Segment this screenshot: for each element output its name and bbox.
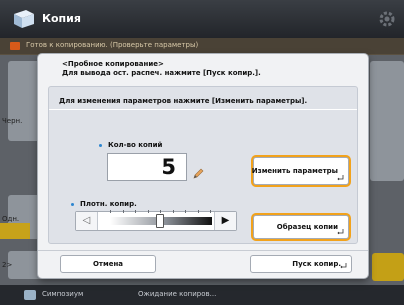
enter-icon (340, 263, 347, 269)
bottom-left-text: Симпозиум (42, 290, 84, 298)
panel-title: Для изменения параметров нажмите [Измени… (59, 97, 308, 105)
cancel-label: Отмена (92, 260, 124, 268)
dialog-header: <Пробное копирование> Для вывода ост. ра… (62, 60, 261, 78)
settings-panel: Для изменения параметров нажмите [Измени… (48, 86, 358, 244)
copy-app-icon (14, 10, 34, 28)
slider-tick (197, 210, 199, 213)
gear-icon[interactable] (378, 10, 396, 28)
start-copy-label: Пуск копир. (292, 260, 341, 268)
sample-copy-button[interactable]: Образец копии (253, 215, 349, 239)
density-decrease-button[interactable]: ◁ (76, 212, 98, 230)
status-monitor-icon[interactable] (24, 290, 36, 300)
start-copy-button[interactable]: Пуск копир. (250, 255, 352, 273)
bg-label-row: Одн. (2, 215, 20, 223)
bullet-icon (99, 143, 102, 147)
divider (38, 250, 368, 251)
app-title: Копия (42, 12, 81, 25)
copies-label: Кол-во копий (99, 141, 162, 149)
slider-tick (135, 210, 136, 213)
density-slider[interactable]: ◁ ▶ (75, 210, 237, 231)
status-bar: Готов к копированию. (Проверьте параметр… (0, 38, 404, 55)
pencil-icon[interactable] (193, 167, 205, 179)
density-label: Плотн. копир. (71, 200, 137, 208)
sample-copy-label: Образец копии (276, 223, 338, 231)
sample-copy-dialog: <Пробное копирование> Для вывода ост. ра… (38, 54, 368, 278)
slider-tick (172, 210, 174, 213)
copies-field[interactable]: 5 (107, 153, 187, 181)
slider-tick (160, 210, 161, 213)
dialog-header-line1: <Пробное копирование> (62, 60, 164, 68)
bottom-right-text: Ожидание копиров... (138, 290, 217, 298)
bg-tile (370, 61, 404, 181)
slider-tick (210, 210, 211, 213)
slider-tick (147, 210, 149, 213)
density-track[interactable] (100, 210, 214, 228)
bg-label-b: 2> (2, 261, 13, 269)
slider-tick (122, 210, 124, 213)
dialog-header-line2: Для вывода ост. распеч. нажмите [Пуск ко… (62, 69, 261, 77)
bg-orange-button (372, 253, 404, 281)
density-increase-button[interactable]: ▶ (214, 212, 236, 230)
density-slider-thumb[interactable] (156, 214, 164, 228)
change-settings-button[interactable]: Изменить параметры (251, 157, 349, 185)
enter-icon (337, 175, 344, 181)
slider-tick (110, 210, 111, 213)
title-bar: Копия (0, 0, 404, 38)
enter-icon (337, 229, 344, 235)
bg-label-left: Черн. (2, 117, 23, 125)
warning-icon (10, 42, 20, 50)
slider-tick (185, 210, 186, 213)
divider (49, 109, 357, 110)
status-message: Готов к копированию. (Проверьте параметр… (26, 41, 199, 49)
bullet-icon (71, 202, 74, 206)
change-settings-label: Изменить параметры (251, 167, 338, 175)
bottom-bar: Симпозиум Ожидание копиров... (0, 285, 404, 305)
bg-orange-strip (0, 223, 30, 239)
cancel-button[interactable]: Отмена (60, 255, 156, 273)
